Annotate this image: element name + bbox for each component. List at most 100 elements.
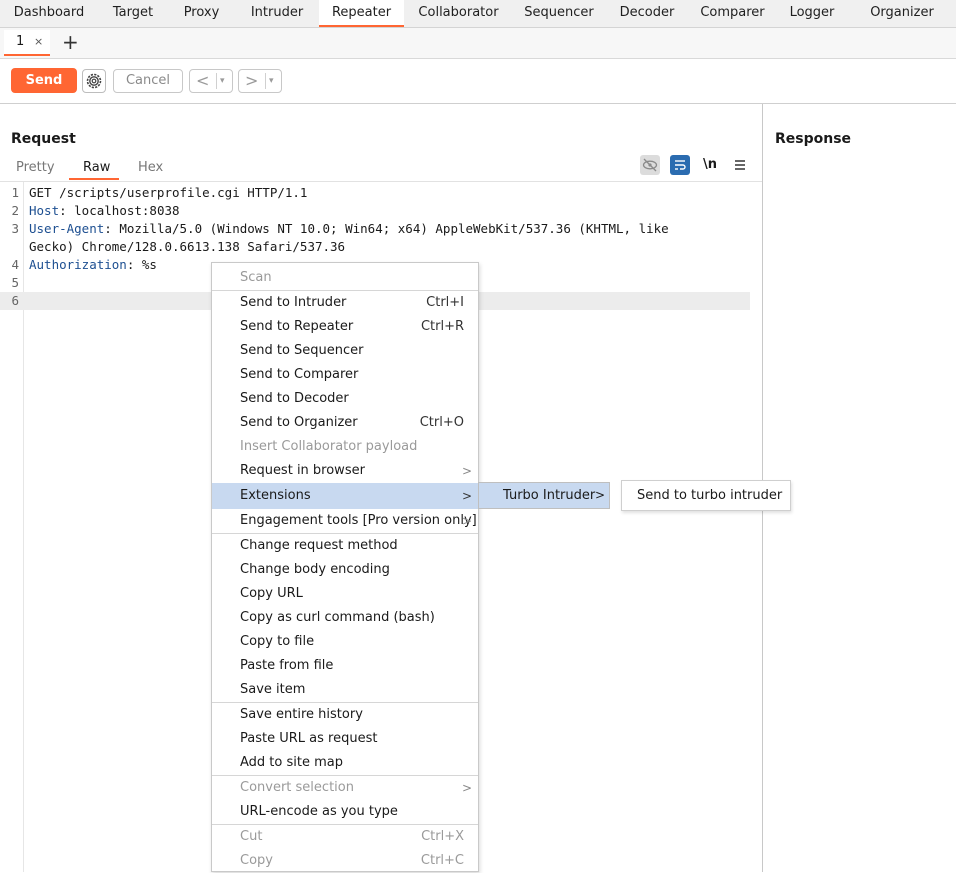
back-arrow-icon[interactable]: < <box>196 70 209 92</box>
repeater-tab-label: 1 <box>16 34 25 49</box>
menu-item-insert-collaborator-payload: Insert Collaborator payload <box>212 435 478 459</box>
turbo-intruder-submenu: Send to turbo intruder <box>621 480 791 511</box>
menu-item-add-to-site-map[interactable]: Add to site map <box>212 751 478 775</box>
menu-item-extensions[interactable]: Extensions > <box>212 483 478 509</box>
menu-item-send-to-decoder[interactable]: Send to Decoder <box>212 387 478 411</box>
repeater-tab-1[interactable]: 1 × <box>4 30 50 56</box>
line-number: 2 <box>11 203 19 218</box>
tab-logger[interactable]: Logger <box>776 0 848 27</box>
back-dropdown-icon[interactable]: ▾ <box>220 70 225 92</box>
tab-target[interactable]: Target <box>98 0 168 27</box>
menu-item-label: Insert Collaborator payload <box>240 439 418 454</box>
menu-item-copy-url[interactable]: Copy URL <box>212 582 478 606</box>
chevron-right-icon: > <box>461 464 472 478</box>
menu-item-label: Request in browser <box>240 463 365 478</box>
menu-item-change-body-encoding[interactable]: Change body encoding <box>212 558 478 582</box>
menu-item-copy-to-file[interactable]: Copy to file <box>212 630 478 654</box>
repeater-tab-strip: 1 × <box>0 28 956 59</box>
tab-pretty[interactable]: Pretty <box>16 160 55 175</box>
tab-repeater[interactable]: Repeater <box>319 0 404 27</box>
menu-item-save-entire-history[interactable]: Save entire history <box>212 703 478 727</box>
header-name: Authorization <box>29 257 127 272</box>
hide-nonprintable-icon[interactable] <box>640 155 660 175</box>
tab-sequencer[interactable]: Sequencer <box>513 0 605 27</box>
menu-item-label: Engagement tools [Pro version only] <box>240 513 477 528</box>
tab-proxy[interactable]: Proxy <box>168 0 235 27</box>
menu-item-paste-url-as-request[interactable]: Paste URL as request <box>212 727 478 751</box>
header-value: : localhost:8038 <box>59 203 180 218</box>
menu-item-convert-selection: Convert selection > <box>212 776 478 800</box>
chevron-right-icon: > <box>461 489 472 503</box>
main-nav: Dashboard Target Proxy Intruder Repeater… <box>0 0 956 28</box>
menu-item-copy: Copy Ctrl+C <box>212 849 478 873</box>
header-line: Authorization: %s <box>29 256 157 274</box>
word-wrap-icon[interactable] <box>670 155 690 175</box>
menu-item-send-to-repeater[interactable]: Send to Repeater Ctrl+R <box>212 315 478 339</box>
tab-dashboard[interactable]: Dashboard <box>0 0 98 27</box>
cancel-button[interactable]: Cancel <box>113 69 183 93</box>
shortcut-label: Ctrl+C <box>420 853 464 868</box>
editor-line: 2 Host: localhost:8038 <box>0 202 762 220</box>
menu-item-send-to-sequencer[interactable]: Send to Sequencer <box>212 339 478 363</box>
tab-hex[interactable]: Hex <box>138 160 163 175</box>
tab-comparer[interactable]: Comparer <box>689 0 776 27</box>
header-name: User-Agent <box>29 221 105 236</box>
menu-item-label: Extensions <box>240 488 311 503</box>
active-tab-indicator <box>69 178 119 180</box>
editor-line: Gecko) Chrome/128.0.6613.138 Safari/537.… <box>0 238 762 256</box>
wrapped-line: Gecko) Chrome/128.0.6613.138 Safari/537.… <box>29 239 346 254</box>
gear-icon <box>86 73 102 89</box>
tab-collaborator[interactable]: Collaborator <box>404 0 513 27</box>
header-value: : Mozilla/5.0 (Windows NT 10.0; Win64; x… <box>104 221 669 236</box>
menu-item-send-to-turbo-intruder[interactable]: Send to turbo intruder <box>637 481 782 510</box>
repeater-toolbar: Send Cancel < ▾ > ▾ <box>0 59 956 104</box>
shortcut-label: Ctrl+R <box>420 319 464 334</box>
add-tab-button[interactable]: + <box>62 30 79 54</box>
close-icon[interactable]: × <box>34 30 43 54</box>
send-button[interactable]: Send <box>11 68 77 93</box>
menu-item-url-encode-as-you-type[interactable]: URL-encode as you type <box>212 800 478 824</box>
menu-item-paste-from-file[interactable]: Paste from file <box>212 654 478 678</box>
menu-item-label: Send to Sequencer <box>240 343 364 358</box>
response-panel: Response <box>763 104 956 872</box>
tab-organizer[interactable]: Organizer <box>848 0 956 27</box>
menu-item-label: Send to Decoder <box>240 391 349 406</box>
shortcut-label: Ctrl+I <box>426 295 464 310</box>
menu-item-label: Send to Organizer <box>240 415 358 430</box>
tab-raw[interactable]: Raw <box>83 160 110 175</box>
editor-line: 1 GET /scripts/userprofile.cgi HTTP/1.1 <box>0 184 762 202</box>
chevron-right-icon: > <box>461 514 472 528</box>
menu-item-send-to-comparer[interactable]: Send to Comparer <box>212 363 478 387</box>
forward-dropdown-icon[interactable]: ▾ <box>269 70 274 92</box>
show-newlines-toggle[interactable]: \n <box>700 155 720 175</box>
chevron-right-icon: > <box>594 488 605 502</box>
extensions-submenu: Turbo Intruder > <box>478 482 610 509</box>
settings-button[interactable] <box>82 69 106 93</box>
menu-item-save-item[interactable]: Save item <box>212 678 478 702</box>
menu-item-cut: Cut Ctrl+X <box>212 825 478 849</box>
menu-item-label: Save item <box>240 682 306 697</box>
request-title: Request <box>11 131 76 147</box>
menu-item-label: Paste URL as request <box>240 731 378 746</box>
menu-item-send-to-organizer[interactable]: Send to Organizer Ctrl+O <box>212 411 478 435</box>
tab-intruder[interactable]: Intruder <box>235 0 319 27</box>
menu-item-label: Copy to file <box>240 634 315 649</box>
menu-icon[interactable] <box>730 155 750 175</box>
menu-item-change-request-method[interactable]: Change request method <box>212 534 478 558</box>
line-number: 4 <box>11 257 19 272</box>
forward-button-group[interactable]: > ▾ <box>238 69 282 93</box>
line-number: 5 <box>11 275 19 290</box>
back-button-group[interactable]: < ▾ <box>189 69 233 93</box>
menu-item-scan: Scan <box>212 266 478 290</box>
line-number: 1 <box>11 185 19 200</box>
menu-item-label: Send to Comparer <box>240 367 359 382</box>
menu-item-copy-as-curl[interactable]: Copy as curl command (bash) <box>212 606 478 630</box>
menu-item-request-in-browser[interactable]: Request in browser > <box>212 459 478 483</box>
header-line: User-Agent: Mozilla/5.0 (Windows NT 10.0… <box>29 220 669 238</box>
menu-item-send-to-intruder[interactable]: Send to Intruder Ctrl+I <box>212 291 478 315</box>
forward-arrow-icon[interactable]: > <box>245 70 258 92</box>
menu-item-turbo-intruder[interactable]: Turbo Intruder <box>503 483 595 508</box>
tab-decoder[interactable]: Decoder <box>605 0 689 27</box>
menu-item-engagement-tools[interactable]: Engagement tools [Pro version only] > <box>212 509 478 533</box>
header-name: Host <box>29 203 60 218</box>
